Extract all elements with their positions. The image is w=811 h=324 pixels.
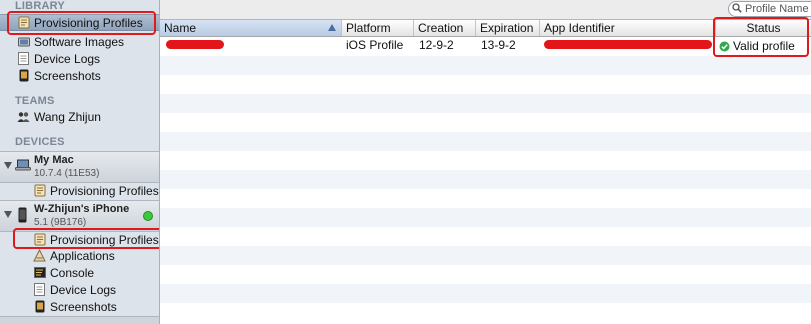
sidebar-item-label: Provisioning Profiles xyxy=(50,183,159,198)
column-header-label: App Identifier xyxy=(544,21,615,35)
search-field[interactable] xyxy=(728,1,811,17)
sidebar-item-mac-provisioning-profiles[interactable]: Provisioning Profiles xyxy=(0,182,159,199)
highlight-annotation xyxy=(7,11,156,35)
empty-table-row xyxy=(160,94,811,114)
sidebar-item-label: Software Images xyxy=(34,34,125,49)
sort-ascending-icon xyxy=(328,24,336,31)
search-bar xyxy=(160,0,811,20)
devices-section-header: DEVICES xyxy=(15,136,65,148)
applications-icon xyxy=(33,249,46,262)
empty-table-row xyxy=(160,170,811,190)
console-icon xyxy=(33,266,46,279)
device-name: My Mac xyxy=(34,154,74,166)
redacted-text-scribble xyxy=(544,40,712,50)
redacted-text-scribble xyxy=(166,40,224,50)
column-header-creation[interactable]: Creation xyxy=(414,20,476,36)
empty-table-row xyxy=(160,265,811,285)
sidebar-item-iphone-screenshots[interactable]: Screenshots xyxy=(0,298,159,315)
sidebar-item-device-logs[interactable]: Device Logs xyxy=(0,50,159,67)
empty-table-row xyxy=(160,113,811,133)
device-logs-icon xyxy=(17,52,30,65)
empty-table-row xyxy=(160,227,811,247)
empty-table-row xyxy=(160,56,811,76)
cell-name xyxy=(160,37,342,56)
device-version: 10.7.4 (11E53) xyxy=(34,168,100,179)
sidebar-footer xyxy=(0,316,159,324)
sidebar-item-applications[interactable]: Applications xyxy=(0,247,159,264)
table-body: iOS Profile 12-9-2 13-9-2 Valid profile xyxy=(160,37,811,324)
empty-table-row xyxy=(160,132,811,152)
sidebar-item-iphone-device-logs[interactable]: Device Logs xyxy=(0,281,159,298)
column-header-name[interactable]: Name xyxy=(160,20,342,36)
sidebar-item-screenshots[interactable]: Screenshots xyxy=(0,67,159,84)
empty-table-row xyxy=(160,284,811,304)
column-header-label: Name xyxy=(164,21,197,35)
sidebar-item-label: Device Logs xyxy=(34,51,101,66)
sidebar-item-label: Console xyxy=(50,265,95,280)
column-header-platform[interactable]: Platform xyxy=(342,20,414,36)
profiles-table-area: Name Platform Creation Expiration App Id… xyxy=(160,0,811,324)
device-logs-icon xyxy=(33,283,46,296)
screenshots-icon xyxy=(33,300,46,313)
device-name: W-Zhijun's iPhone xyxy=(34,203,130,215)
cell-platform: iOS Profile xyxy=(346,38,404,52)
device-version: 5.1 (9B176) xyxy=(34,217,87,228)
sidebar-item-label: Screenshots xyxy=(34,68,101,83)
empty-table-row xyxy=(160,151,811,171)
disclosure-triangle-icon[interactable] xyxy=(4,162,12,169)
empty-table-row xyxy=(160,246,811,266)
column-header-expiration[interactable]: Expiration xyxy=(476,20,540,36)
cell-app-identifier xyxy=(540,37,716,56)
provisioning-profile-icon xyxy=(33,184,46,197)
column-header-label: Platform xyxy=(346,21,391,35)
sidebar-item-console[interactable]: Console xyxy=(0,264,159,281)
empty-table-row xyxy=(160,189,811,209)
team-people-icon xyxy=(17,110,30,123)
laptop-icon xyxy=(15,159,31,174)
column-header-label: Creation xyxy=(418,21,464,35)
empty-table-row xyxy=(160,75,811,95)
disclosure-triangle-icon[interactable] xyxy=(4,211,12,218)
sidebar-item-label: Wang Zhijun xyxy=(34,109,101,124)
cell-creation: 12-9-2 xyxy=(419,38,454,52)
search-icon xyxy=(732,2,742,16)
column-header-label: Expiration xyxy=(480,21,534,35)
device-connected-status-icon xyxy=(143,211,153,221)
cell-expiration: 13-9-2 xyxy=(481,38,516,52)
highlight-annotation xyxy=(13,228,159,249)
empty-table-row xyxy=(160,303,811,323)
sidebar-item-label: Screenshots xyxy=(50,299,117,314)
teams-section-header: TEAMS xyxy=(15,95,55,107)
column-header-app-identifier[interactable]: App Identifier xyxy=(540,20,716,36)
sidebar-item-label: Device Logs xyxy=(50,282,117,297)
software-images-icon xyxy=(17,35,30,48)
sidebar-item-team-wang-zhijun[interactable]: Wang Zhijun xyxy=(0,108,159,125)
screenshots-icon xyxy=(17,69,30,82)
iphone-icon xyxy=(18,207,27,226)
device-my-mac[interactable]: My Mac 10.7.4 (11E53) xyxy=(0,151,159,183)
profile-name-search-input[interactable] xyxy=(742,2,811,16)
sidebar-item-software-images[interactable]: Software Images xyxy=(0,33,159,50)
highlight-annotation xyxy=(713,17,809,57)
sidebar: LIBRARY Provisioning Profiles Software I… xyxy=(0,0,160,324)
empty-table-row xyxy=(160,208,811,228)
sidebar-item-label: Applications xyxy=(50,248,115,263)
